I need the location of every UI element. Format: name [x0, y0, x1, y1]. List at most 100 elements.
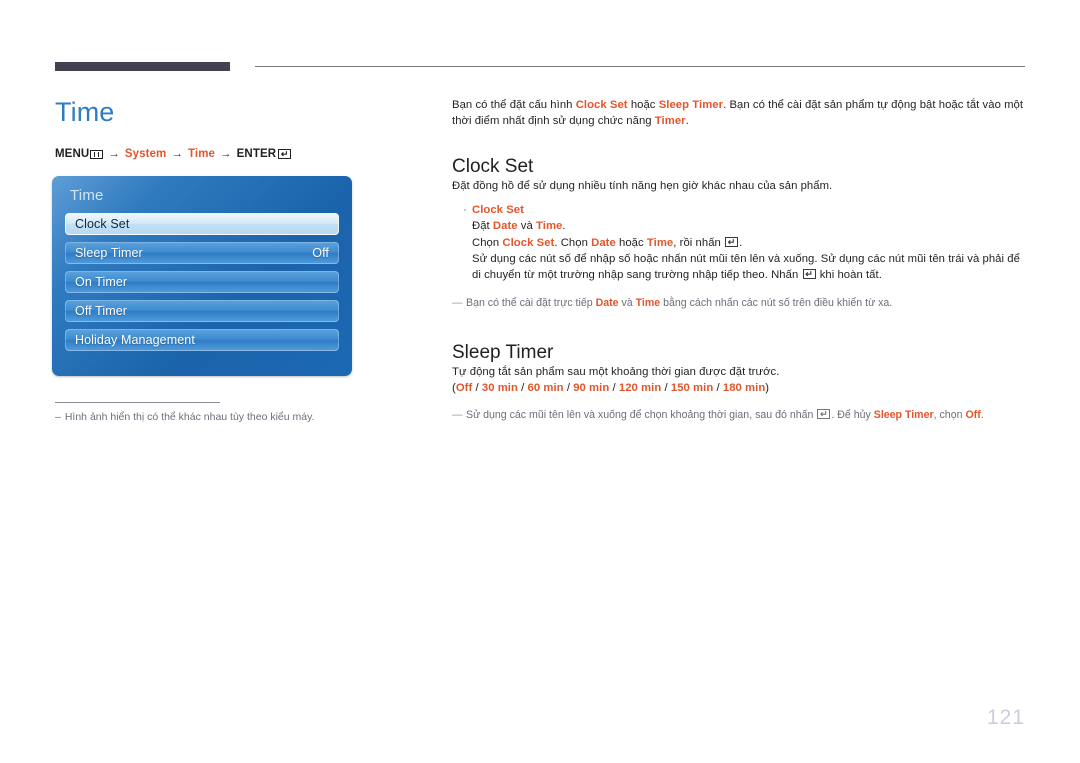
- breadcrumb-enter-label: ENTER: [236, 148, 277, 160]
- line1-term-time: Time: [536, 220, 563, 232]
- clock-set-bullet-body: Clock Set Đặt Date và Time. Chọn Clock S…: [472, 203, 1026, 285]
- option-off: Off: [455, 381, 473, 394]
- breadcrumb-item-system[interactable]: System: [125, 148, 167, 160]
- clock-set-line-2: Chọn Clock Set. Chọn Date hoặc Time, rồi…: [472, 236, 1026, 252]
- intro-text-b: hoặc: [627, 99, 659, 111]
- left-footnote-rule: [55, 402, 220, 403]
- osd-item-holiday-management[interactable]: Holiday Management: [65, 329, 339, 351]
- st-note-text-d: .: [980, 409, 984, 421]
- enter-return-icon: ↵: [725, 236, 739, 247]
- intro-term-timer: Timer: [654, 114, 686, 127]
- note-text-a: Bạn có thể cài đặt trực tiếp: [466, 297, 596, 309]
- line2-text-a: Chọn: [472, 236, 503, 249]
- intro-term-clock-set: Clock Set: [575, 99, 628, 111]
- clock-set-footnote-dash: —: [452, 297, 463, 309]
- line3-text-b: khi hoàn tất.: [816, 268, 882, 281]
- enter-return-glyph: ↵: [820, 409, 828, 419]
- options-sep-1: /: [472, 381, 482, 394]
- clock-set-line-1: Đặt Date và Time.: [472, 219, 1026, 235]
- section-heading-clock-set: Clock Set: [452, 156, 534, 177]
- note-term-date: Date: [595, 297, 619, 309]
- option-150-min: 150 min: [670, 381, 714, 394]
- clock-set-line-3: Sử dụng các nút số để nhập số hoặc nhấn …: [472, 252, 1026, 283]
- clock-set-footnote: — Bạn có thể cài đặt trực tiếp Date và T…: [452, 296, 1026, 311]
- intro-term-sleep-timer: Sleep Timer: [658, 99, 724, 111]
- st-note-text-b: . Để hủy: [831, 409, 874, 421]
- clock-set-bullet-title: Clock Set: [472, 203, 524, 216]
- breadcrumb-item-time[interactable]: Time: [188, 148, 215, 160]
- line2-term-date: Date: [591, 236, 616, 249]
- enter-return-icon: ↵: [802, 268, 816, 279]
- left-footnote-dash: –: [55, 411, 61, 423]
- osd-item-sleep-timer[interactable]: Sleep Timer Off: [65, 242, 339, 264]
- osd-menu-panel: Time Clock Set Sleep Timer Off On Timer …: [52, 176, 352, 376]
- left-footnote-text: Hình ảnh hiển thị có thể khác nhau tùy t…: [64, 411, 315, 423]
- osd-item-clock-set[interactable]: Clock Set: [65, 213, 339, 235]
- sleep-timer-footnote-text: Sử dụng các mũi tên lên và xuống để chọn…: [466, 408, 984, 423]
- sleep-timer-lead: Tự động tắt sản phẩm sau một khoảng thời…: [452, 366, 780, 378]
- options-close-paren: ): [765, 381, 770, 394]
- enter-return-glyph: ↵: [727, 236, 736, 247]
- enter-return-glyph: ↵: [280, 149, 289, 159]
- left-footnote: – Hình ảnh hiển thị có thể khác nhau tùy …: [55, 402, 385, 424]
- breadcrumb: MENU → System → Time → ENTER ↵: [55, 148, 425, 160]
- intro-paragraph: Bạn có thể đặt cấu hình Clock Set hoặc S…: [452, 98, 1026, 129]
- option-120-min: 120 min: [618, 381, 662, 394]
- clock-set-footnote-text: Bạn có thể cài đặt trực tiếp Date và Tim…: [466, 296, 892, 311]
- osd-item-on-timer[interactable]: On Timer: [65, 271, 339, 293]
- intro-text-a: Bạn có thể đặt cấu hình: [452, 99, 576, 111]
- st-note-term-sleep-timer: Sleep Timer: [873, 409, 934, 421]
- header-divider-thin-line: [255, 66, 1025, 67]
- page-number: 121: [986, 706, 1025, 729]
- option-30-min: 30 min: [481, 381, 518, 394]
- breadcrumb-arrow-2: →: [171, 148, 183, 160]
- breadcrumb-arrow-3: →: [220, 148, 232, 160]
- line1-text-a: Đặt: [472, 220, 493, 232]
- clock-set-lead: Đặt đồng hồ để sử dụng nhiều tính năng h…: [452, 180, 833, 192]
- right-column: Bạn có thể đặt cấu hình Clock Set hoặc S…: [452, 98, 1026, 423]
- sleep-timer-options: (Off / 30 min / 60 min / 90 min / 120 mi…: [452, 381, 1026, 397]
- sleep-timer-footnote: — Sử dụng các mũi tên lên và xuống để ch…: [452, 408, 1026, 423]
- clock-set-bullet: · Clock Set Đặt Date và Time. Chọn Clock…: [452, 203, 1026, 285]
- page-title: Time: [55, 97, 115, 127]
- osd-item-label: Off Timer: [75, 304, 128, 318]
- section-heading-sleep-timer: Sleep Timer: [452, 342, 554, 363]
- st-note-term-off: Off: [965, 409, 981, 421]
- enter-return-glyph: ↵: [805, 268, 813, 279]
- osd-item-label: Holiday Management: [75, 333, 195, 347]
- line2-term-time: Time: [646, 236, 674, 249]
- options-sep-4: /: [609, 381, 619, 394]
- enter-return-icon: ↵: [817, 409, 831, 419]
- sleep-timer-footnote-dash: —: [452, 409, 463, 421]
- line2-text-c: hoặc: [615, 236, 647, 249]
- breadcrumb-arrow-1: →: [108, 148, 120, 160]
- header-divider: [55, 62, 1025, 72]
- line2-text-b: . Chọn: [554, 236, 592, 249]
- st-note-text-a: Sử dụng các mũi tên lên và xuống để chọn…: [466, 409, 817, 421]
- osd-item-label: Clock Set: [75, 217, 130, 231]
- line1-text-b: và: [517, 220, 537, 232]
- option-60-min: 60 min: [527, 381, 564, 394]
- osd-item-off-timer[interactable]: Off Timer: [65, 300, 339, 322]
- line2-text-d: , rồi nhấn: [673, 236, 725, 249]
- menu-bars-icon: [90, 149, 104, 159]
- osd-item-label: On Timer: [75, 275, 128, 289]
- option-180-min: 180 min: [722, 381, 766, 394]
- left-column: Time MENU → System → Time → ENTER ↵: [55, 95, 425, 160]
- line1-text-c: .: [562, 220, 566, 232]
- osd-item-value: Off: [312, 246, 329, 260]
- line3-text-a: Sử dụng các nút số để nhập số hoặc nhấn …: [472, 253, 1020, 281]
- line1-term-date: Date: [492, 220, 518, 232]
- osd-item-label: Sleep Timer: [75, 246, 143, 260]
- options-sep-3: /: [563, 381, 574, 394]
- note-text-b: và: [618, 297, 636, 309]
- option-90-min: 90 min: [573, 381, 610, 394]
- st-note-text-c: , chọn: [933, 409, 966, 421]
- breadcrumb-menu-label: MENU: [55, 148, 90, 160]
- options-sep-5: /: [661, 381, 671, 394]
- line2-term-clock-set: Clock Set: [502, 236, 555, 249]
- osd-panel-title: Time: [70, 187, 104, 204]
- options-sep-6: /: [713, 381, 723, 394]
- note-term-time: Time: [635, 297, 661, 309]
- note-text-c: bằng cách nhấn các nút số trên điều khiể…: [660, 297, 893, 309]
